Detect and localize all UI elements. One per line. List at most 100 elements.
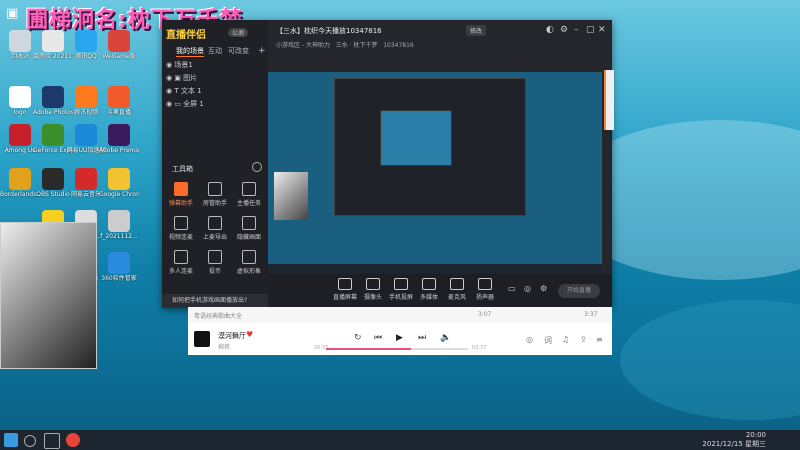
track-duration-right: 3:37 xyxy=(584,311,598,318)
toolbox-title: 工具箱 xyxy=(172,165,193,173)
minimize-icon[interactable]: – xyxy=(574,25,579,35)
app-icon xyxy=(75,124,97,146)
background-wave xyxy=(620,300,800,420)
tab-interact[interactable]: 互动 xyxy=(208,46,222,56)
beta-badge: 公测 xyxy=(228,28,249,37)
tool-export[interactable]: 上麦导出 xyxy=(200,216,230,241)
app-icon xyxy=(108,210,130,232)
start-icon[interactable] xyxy=(4,433,18,447)
phone-icon xyxy=(394,278,408,290)
multi-user-icon xyxy=(174,250,188,264)
clock[interactable]: 20:00 2021/12/15 星期三 xyxy=(702,431,766,449)
app-icon xyxy=(108,168,130,190)
app-icon xyxy=(9,124,31,146)
desktop-icon[interactable]: 360软件管家 xyxy=(99,252,139,282)
tool-video-link[interactable]: 视频连麦 xyxy=(166,216,196,241)
desktop-icon-label: Google Chrome xyxy=(99,191,139,198)
stream-preview[interactable] xyxy=(268,72,602,274)
app-icon xyxy=(42,124,64,146)
microphone-icon xyxy=(450,278,464,290)
live-app-icon[interactable] xyxy=(66,433,80,447)
desktop-icon-label: WeGame版 xyxy=(102,53,136,60)
tool-host-task[interactable]: 主播任务 xyxy=(234,182,264,207)
task-view-icon[interactable] xyxy=(44,433,60,449)
nested-photo xyxy=(274,172,308,220)
progress-bar[interactable] xyxy=(326,348,468,350)
gear-icon[interactable]: ⚙ xyxy=(540,284,547,293)
edit-button[interactable]: 修改 xyxy=(466,25,487,36)
playlist-name: 粤语经典歌曲大全 xyxy=(194,313,243,320)
camera-icon xyxy=(366,278,380,290)
record-icon[interactable]: ▭ xyxy=(508,284,516,293)
scene-item[interactable]: ◉ ▭ 全屏 1 xyxy=(166,99,204,109)
play-icon[interactable]: ▶ xyxy=(396,333,403,343)
start-live-button[interactable]: 开始直播 xyxy=(558,284,600,298)
add-scene-button[interactable]: + xyxy=(258,46,266,56)
danmaku-icon xyxy=(174,182,188,196)
tool-danmaku[interactable]: 弹幕助手 xyxy=(166,182,196,207)
desktop-icon[interactable]: 斗鱼直播 xyxy=(99,86,139,116)
prev-icon[interactable]: ⏮ xyxy=(374,333,382,343)
clock-time: 20:00 xyxy=(745,431,766,439)
desktop-icon-label: 斗鱼直播 xyxy=(106,109,131,116)
lyrics-icon[interactable]: 词 xyxy=(544,335,552,346)
playlist-icon[interactable]: ≡ xyxy=(596,335,603,344)
video-link-icon xyxy=(174,216,188,230)
tool-coin[interactable]: 投币 xyxy=(200,250,230,275)
artist-name[interactable]: 柳爽 xyxy=(218,342,230,351)
app-icon xyxy=(9,168,31,190)
scene-label: 文本 1 xyxy=(180,87,202,95)
mute-icon[interactable]: ◎ xyxy=(524,284,531,293)
desktop-icon[interactable]: WeGame版 xyxy=(99,30,139,60)
room-info: 小游戏区 - 大神助力 三水 · 枕下千梦 10347816 xyxy=(276,40,414,49)
tab-changeable[interactable]: 可改变 xyxy=(228,46,249,56)
effect-icon[interactable]: ◎ xyxy=(526,335,533,344)
scrollbar[interactable] xyxy=(604,70,614,130)
scene-item[interactable]: ◉ 场景1 xyxy=(166,60,193,70)
desktop-icon-label: 360软件管家 xyxy=(101,275,137,282)
close-icon[interactable]: ✕ xyxy=(598,25,606,35)
loop-icon[interactable]: ↻ xyxy=(354,333,362,343)
desktop-icon[interactable]: Adobe Premie... xyxy=(99,124,139,154)
category-label[interactable]: 小游戏区 - 大神助力 xyxy=(276,42,330,49)
settings-icon[interactable]: ⚙ xyxy=(560,25,568,35)
coin-icon xyxy=(208,250,222,264)
next-icon[interactable]: ⏭ xyxy=(418,333,426,343)
tab-my-scene[interactable]: 我的场景 xyxy=(176,46,204,57)
tool-hide-screen[interactable]: 隐藏画面 xyxy=(234,216,264,241)
song-title[interactable]: 漠河舞厅 xyxy=(218,331,246,341)
volume-icon[interactable]: 🔈 xyxy=(440,333,451,343)
app-icon xyxy=(75,30,97,52)
tool-avatar[interactable]: 虚拟形象 xyxy=(234,250,264,275)
tool-room-admin[interactable]: 房管助手 xyxy=(200,182,230,207)
speaker-button[interactable]: 扬声器 xyxy=(468,278,502,301)
share-icon[interactable]: ⇪ xyxy=(580,335,587,344)
main-panel: 【三水】枕织今天播放10347816 修改 小游戏区 - 大神助力 三水 · 枕… xyxy=(268,20,612,308)
scene-item[interactable]: ◉ ▣ 图片 xyxy=(166,73,197,83)
album-cover[interactable] xyxy=(194,331,210,347)
scene-item[interactable]: ◉ T 文本 1 xyxy=(166,86,202,96)
desktop-icon-label: f_2021112... xyxy=(100,233,138,240)
sound-icon[interactable]: ♫ xyxy=(562,335,569,344)
maximize-icon[interactable]: ▢ xyxy=(586,25,595,35)
help-tip[interactable]: 如何把手机游戏画面播放出? xyxy=(162,294,268,308)
music-player: 粤语经典歌曲大全 3:07 3:37 漠河舞厅 ♥ 柳爽 ↻ ⏮ ▶ ⏭ 🔈 0… xyxy=(188,307,612,355)
app-icon xyxy=(108,86,130,108)
skin-icon[interactable]: ◐ xyxy=(546,25,554,35)
avatar-icon xyxy=(242,250,256,264)
app-icon xyxy=(108,252,130,274)
tool-multi-link[interactable]: 多人连麦 xyxy=(166,250,196,275)
search-icon[interactable] xyxy=(24,435,36,447)
room-title: 【三水】枕织今天播放10347816 xyxy=(276,27,382,35)
app-icon xyxy=(108,30,130,52)
desktop-icon[interactable]: Google Chrome xyxy=(99,168,139,198)
room-id: 10347816 xyxy=(383,42,414,49)
playlist-row[interactable]: 粤语经典歌曲大全 3:07 3:37 xyxy=(188,307,612,323)
desktop-icon-label: Adobe Premie... xyxy=(99,147,139,154)
preview-taskbar xyxy=(268,264,602,274)
hide-icon xyxy=(242,216,256,230)
desktop-icon[interactable]: f_2021112... xyxy=(99,210,139,240)
collapse-icon[interactable] xyxy=(252,162,262,172)
heart-icon[interactable]: ♥ xyxy=(246,330,253,339)
monitor-icon xyxy=(338,278,352,290)
